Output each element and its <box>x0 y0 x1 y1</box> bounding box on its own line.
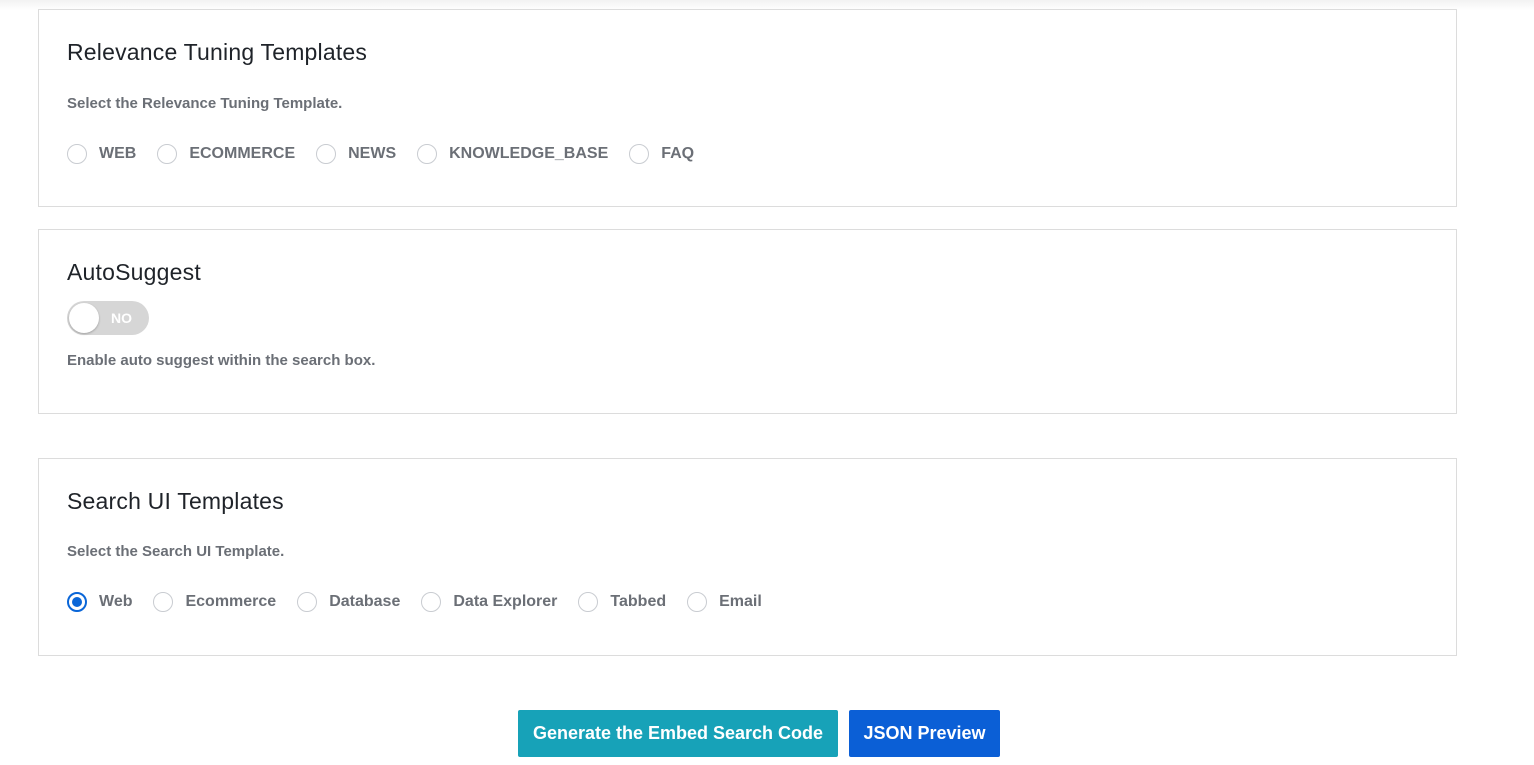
radio-button[interactable] <box>687 592 708 612</box>
radio-button[interactable] <box>67 144 87 164</box>
radio-button[interactable] <box>157 144 178 164</box>
radio-button[interactable] <box>297 592 318 612</box>
radio-button[interactable] <box>629 144 650 164</box>
radio-button[interactable] <box>316 144 337 164</box>
radio-label: WEB <box>99 145 137 162</box>
radio-label: Web <box>99 593 133 610</box>
search-ui-option-tabbed[interactable]: Tabbed <box>578 592 666 612</box>
search-ui-option-ecommerce[interactable]: Ecommerce <box>153 592 276 612</box>
radio-label: Database <box>329 593 401 610</box>
search-ui-description: Select the Search UI Template. <box>67 543 285 560</box>
radio-label: ECOMMERCE <box>189 145 296 162</box>
toggle-state-label: NO <box>111 310 132 326</box>
search-ui-option-web[interactable]: Web <box>67 592 132 612</box>
radio-button-checked[interactable] <box>67 592 87 612</box>
relevance-option-knowledge-base[interactable]: KNOWLEDGE_BASE <box>417 144 608 164</box>
autosuggest-description: Enable auto suggest within the search bo… <box>67 352 376 369</box>
relevance-radio-group: WEB ECOMMERCE NEWS KNOWLEDGE_BASE FAQ <box>67 142 715 166</box>
relevance-tuning-description: Select the Relevance Tuning Template. <box>67 95 343 112</box>
radio-button[interactable] <box>153 592 174 612</box>
autosuggest-toggle[interactable]: NO <box>67 301 149 335</box>
autosuggest-card: AutoSuggest NO Enable auto suggest withi… <box>38 229 1457 414</box>
search-ui-option-data-explorer[interactable]: Data Explorer <box>421 592 557 612</box>
generate-embed-code-button[interactable]: Generate the Embed Search Code <box>518 710 838 757</box>
radio-label: NEWS <box>348 145 397 162</box>
toggle-knob <box>69 303 99 333</box>
autosuggest-title: AutoSuggest <box>67 259 201 285</box>
search-ui-option-database[interactable]: Database <box>297 592 400 612</box>
radio-label: Email <box>719 593 762 610</box>
search-ui-title: Search UI Templates <box>67 488 284 514</box>
relevance-tuning-title: Relevance Tuning Templates <box>67 39 368 65</box>
radio-label: KNOWLEDGE_BASE <box>449 145 609 162</box>
radio-button[interactable] <box>578 592 599 612</box>
radio-label: FAQ <box>661 145 695 162</box>
radio-label: Data Explorer <box>453 593 558 610</box>
relevance-option-ecommerce[interactable]: ECOMMERCE <box>157 144 295 164</box>
relevance-option-faq[interactable]: FAQ <box>629 144 694 164</box>
radio-label: Ecommerce <box>185 593 277 610</box>
relevance-option-web[interactable]: WEB <box>67 144 136 164</box>
search-ui-option-email[interactable]: Email <box>687 592 762 612</box>
radio-button[interactable] <box>421 592 442 612</box>
json-preview-button[interactable]: JSON Preview <box>849 710 1000 757</box>
search-ui-card: Search UI Templates Select the Search UI… <box>38 458 1457 656</box>
radio-button[interactable] <box>417 144 438 164</box>
relevance-tuning-card: Relevance Tuning Templates Select the Re… <box>38 9 1457 207</box>
search-ui-radio-group: Web Ecommerce Database Data Explorer Tab… <box>67 590 783 614</box>
relevance-option-news[interactable]: NEWS <box>316 144 396 164</box>
radio-label: Tabbed <box>610 593 667 610</box>
